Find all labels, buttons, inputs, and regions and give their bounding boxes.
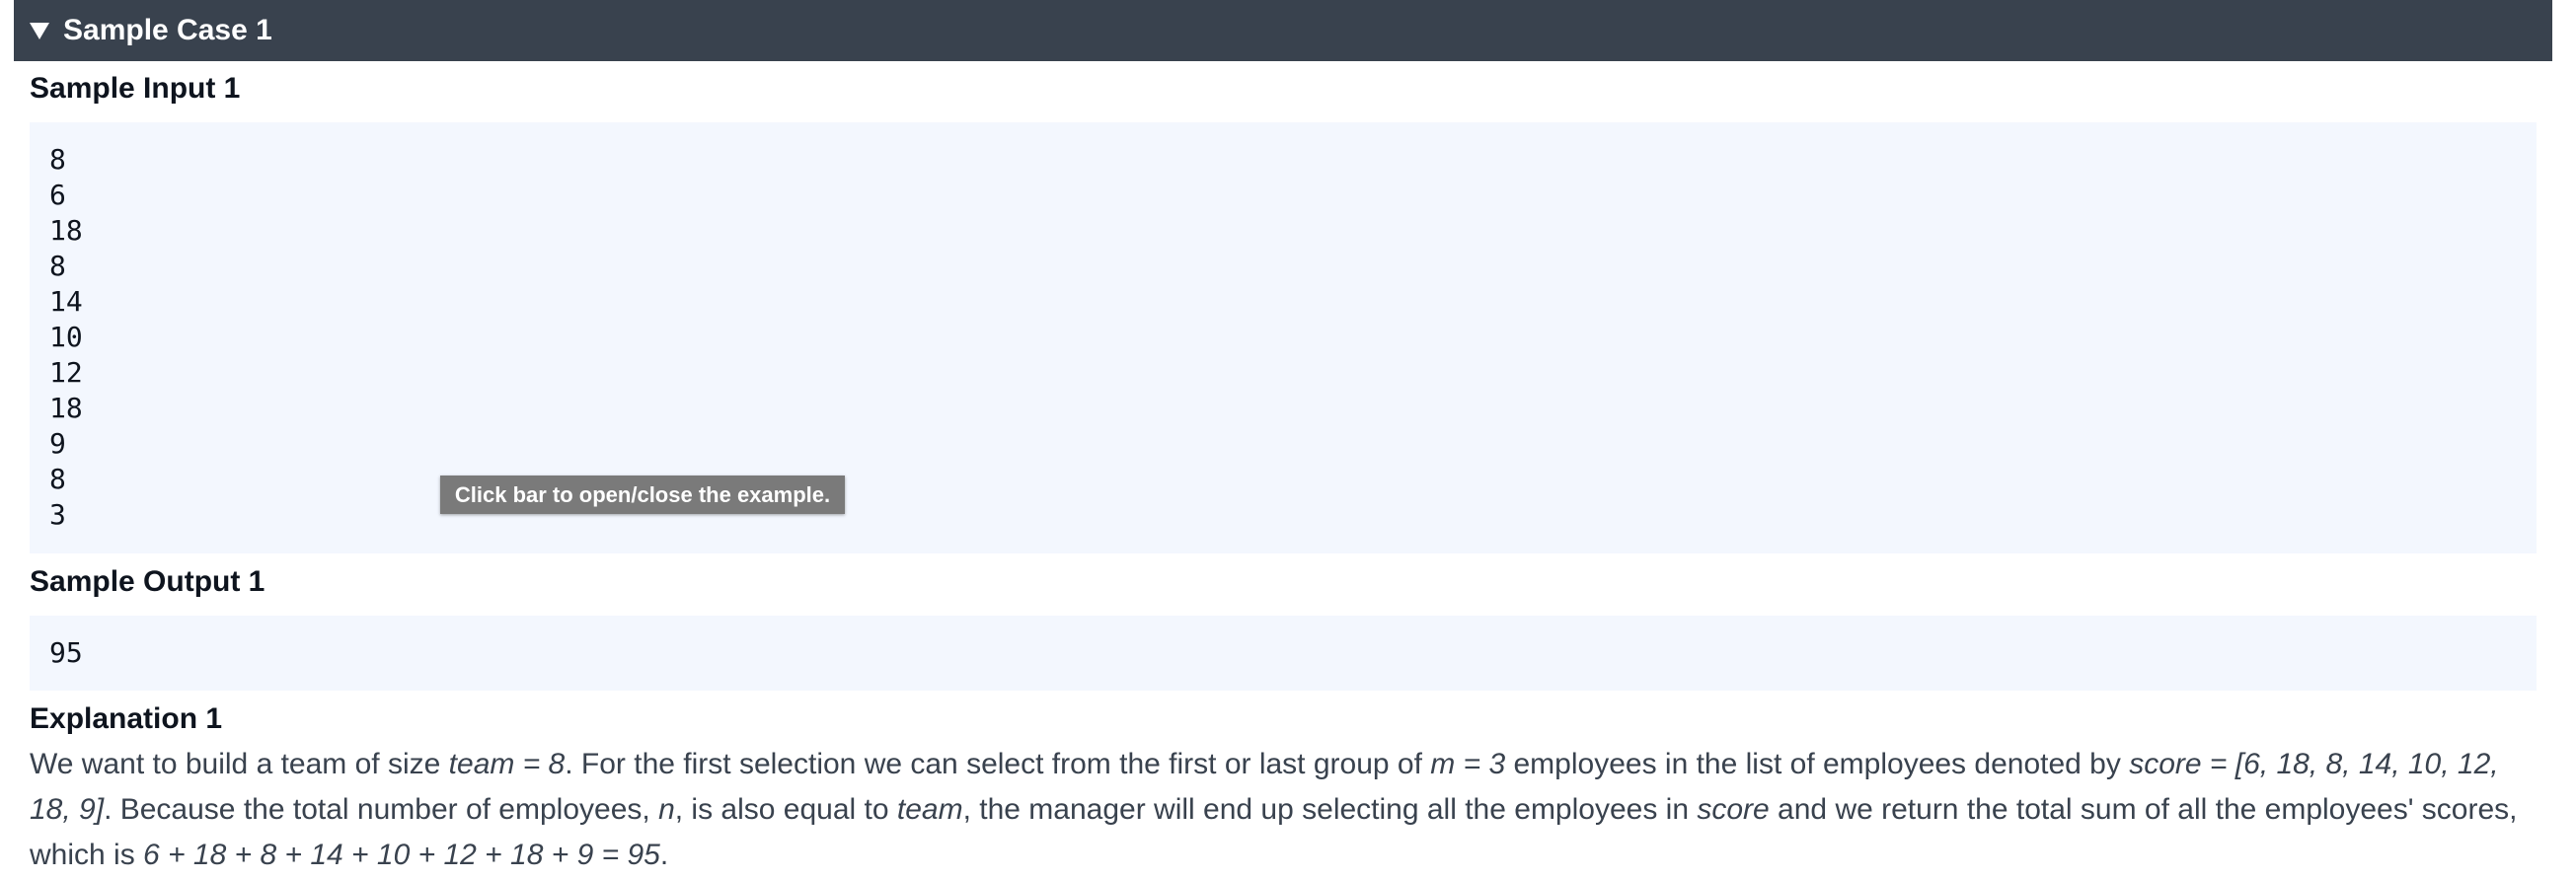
explanation-math-score-ref: score	[1697, 793, 1770, 826]
sample-input-line: 6	[49, 179, 66, 211]
explanation-math-team: team = 8	[448, 748, 566, 780]
sample-output-block: 95	[30, 616, 2537, 691]
sample-input-line: 8	[49, 143, 66, 176]
explanation-part-5: , is also equal to	[674, 793, 897, 826]
toggle-tooltip: Click bar to open/close the example.	[440, 476, 845, 514]
sample-input-line: 18	[49, 214, 83, 247]
explanation-math-sum: 6 + 18 + 8 + 14 + 10 + 12 + 18 + 9 = 95	[143, 839, 660, 871]
sample-input-line: 12	[49, 356, 83, 389]
explanation-part-2: . For the first selection we can select …	[565, 748, 1431, 780]
sample-case-toggle-bar[interactable]: Sample Case 1	[14, 0, 2552, 61]
sample-input-line: 9	[49, 427, 66, 460]
explanation-part-4: . Because the total number of employees,	[104, 793, 659, 826]
explanation-heading: Explanation 1	[30, 702, 223, 735]
caret-down-icon	[30, 22, 49, 39]
explanation-math-team-ref: team	[896, 793, 963, 826]
sample-input-line: 10	[49, 321, 83, 353]
sample-input-block: 8 6 18 8 14 10 12 18 9 8 3	[30, 122, 2537, 553]
explanation-part-1: We want to build a team of size	[30, 748, 449, 780]
sample-case-title: Sample Case 1	[63, 14, 272, 46]
sample-input-line: 14	[49, 285, 83, 318]
explanation-part-6: , the manager will end up selecting all …	[962, 793, 1698, 826]
explanation-text: We want to build a team of size team = 8…	[30, 742, 2537, 878]
sample-input-line: 8	[49, 463, 66, 495]
explanation-math-m: m = 3	[1430, 748, 1506, 780]
explanation-part-3: employees in the list of employees denot…	[1505, 748, 2130, 780]
sample-output-value: 95	[49, 636, 83, 669]
explanation-math-n: n	[658, 793, 675, 826]
sample-input-heading: Sample Input 1	[30, 72, 241, 105]
sample-input-line: 3	[49, 498, 66, 531]
sample-input-line: 8	[49, 250, 66, 282]
explanation-part-8: .	[659, 839, 669, 871]
sample-input-line: 18	[49, 392, 83, 424]
sample-output-heading: Sample Output 1	[30, 565, 265, 598]
sample-case-container: Sample Case 1 Sample Input 1 8 6 18 8 14 10 12…	[14, 0, 2552, 735]
